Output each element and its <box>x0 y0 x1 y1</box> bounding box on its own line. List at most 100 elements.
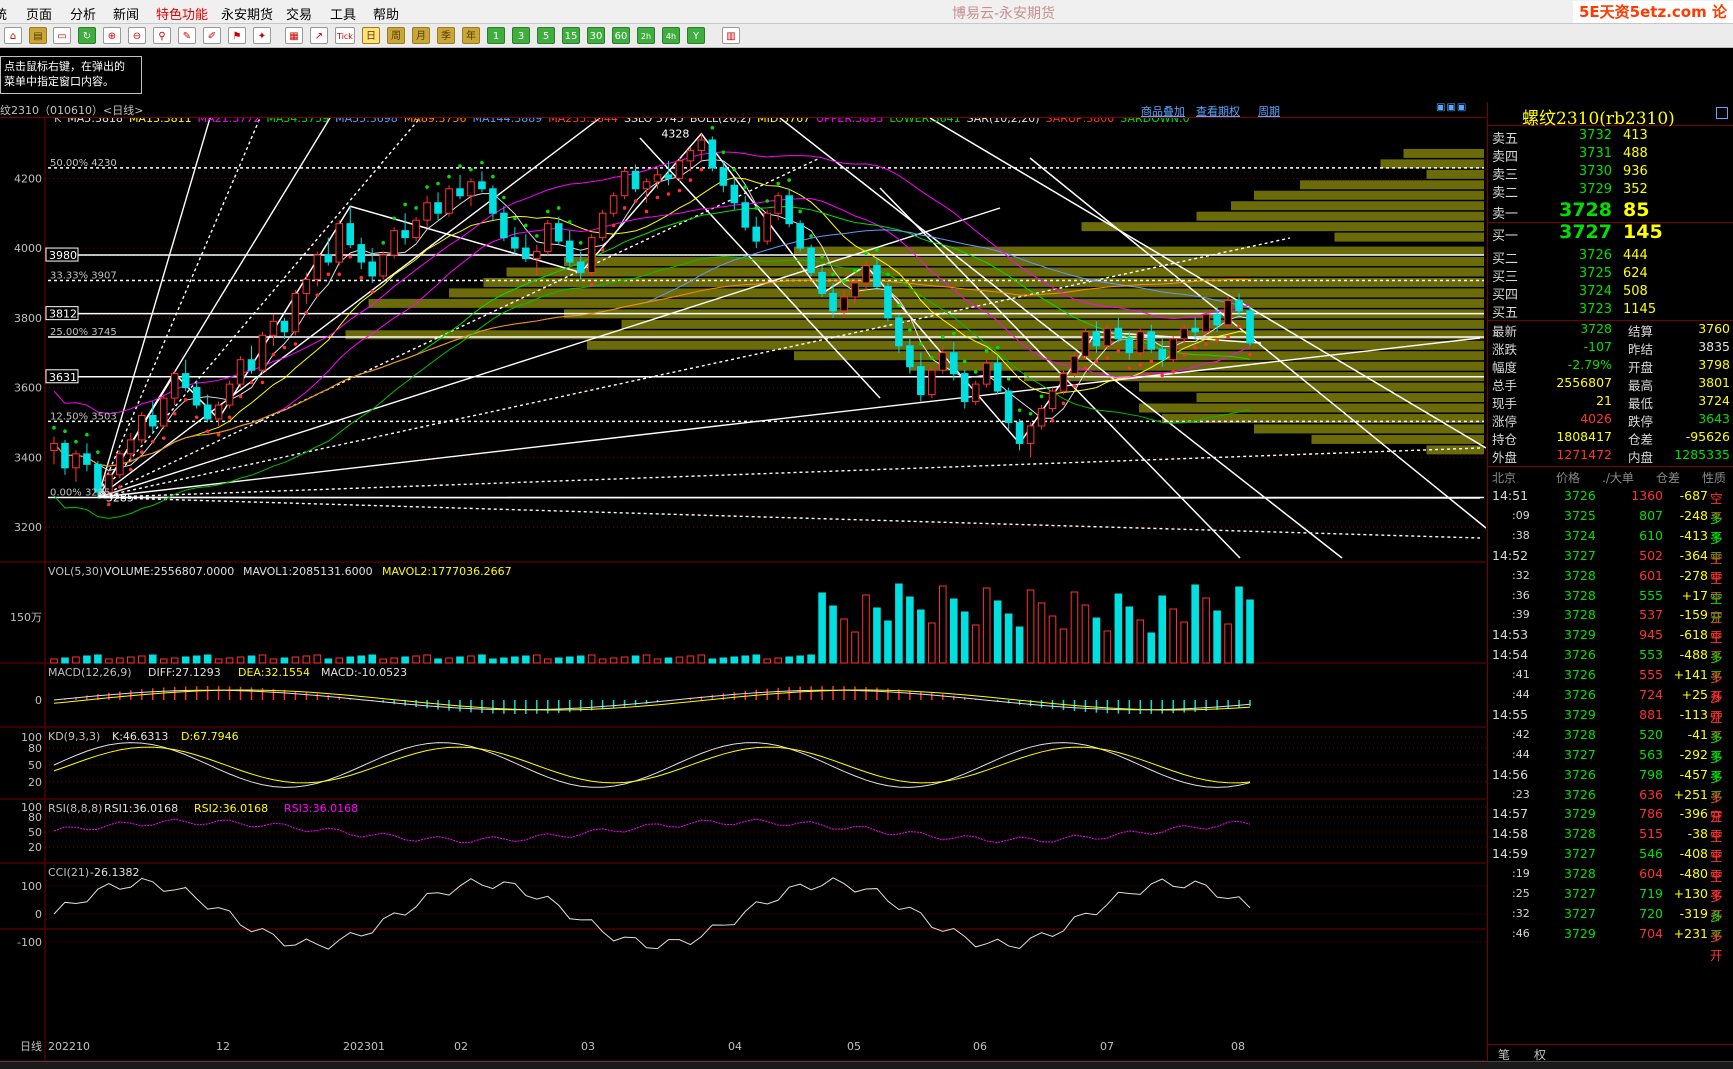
candle-body <box>148 415 157 427</box>
menu-item-trade[interactable]: 交易 <box>286 4 312 23</box>
volume-profile-bar <box>1231 201 1484 211</box>
volume-bar <box>236 656 245 664</box>
ask-volume: 85 <box>1623 199 1650 221</box>
home-icon[interactable]: ⌂ <box>4 27 22 44</box>
stat-value: 1808417 <box>1556 429 1612 444</box>
menu-item-features[interactable]: 特色功能 <box>156 4 208 23</box>
sar-dot <box>710 125 715 130</box>
candle-body <box>1026 425 1035 444</box>
zoom-out-icon[interactable]: ⊖ <box>128 27 146 44</box>
volume-bar <box>631 655 640 664</box>
period-year[interactable]: 年 <box>462 27 480 44</box>
price-axis-label: 3200 <box>14 521 42 534</box>
candle-body <box>390 230 398 256</box>
zoom-search-icon[interactable]: ⚲ <box>153 27 171 44</box>
quote-title-bar: 螺纹2310(rb2310) <box>1488 102 1733 129</box>
volume-bar <box>1147 632 1156 664</box>
tick-price: 3729 <box>1564 925 1596 941</box>
folder-icon[interactable]: ▭ <box>53 27 71 44</box>
menu-item-news[interactable]: 新闻 <box>113 4 139 23</box>
macd-value: DEA:32.1554 <box>238 666 310 679</box>
rsi-value: RSI3:36.0168 <box>284 802 358 815</box>
stat-value: -2.79% <box>1567 357 1612 372</box>
volume-bar <box>971 624 980 664</box>
tick-qty: 537 <box>1639 607 1663 623</box>
hint-line-2: 菜单中指定窗口内容。 <box>4 75 114 88</box>
period-3min[interactable]: 3 <box>512 27 530 44</box>
period-30min[interactable]: 30 <box>587 27 605 44</box>
candle-body <box>576 261 585 273</box>
indicator-value: SSLO 3745 <box>624 118 684 125</box>
cci-axis-label: 0 <box>35 908 42 921</box>
volume-bar <box>379 658 387 664</box>
candle-body <box>906 345 914 368</box>
tick-icon[interactable]: Tick <box>335 27 355 44</box>
stock-icon[interactable]: ▤ <box>29 27 47 44</box>
menu-item-analysis[interactable]: 分析 <box>70 4 96 23</box>
brush-icon[interactable]: ✐ <box>203 27 221 44</box>
period-y[interactable]: Y <box>687 27 705 44</box>
volume-bar <box>181 656 190 664</box>
tick-price: 3727 <box>1564 746 1596 762</box>
zoom-in-icon[interactable]: ⊕ <box>103 27 121 44</box>
candle-body <box>1136 331 1145 354</box>
price-axis-label: 3400 <box>14 451 42 464</box>
candle-body <box>1158 348 1167 361</box>
period-1min[interactable]: 1 <box>487 27 505 44</box>
sar-dot <box>831 272 835 277</box>
stat-label: 涨停 <box>1492 414 1518 429</box>
period-week[interactable]: 周 <box>387 27 405 44</box>
new-icon[interactable]: ✦ <box>253 27 271 44</box>
tick-row: 14:55 3729 881 -113 空平 <box>1488 705 1733 744</box>
menu-item-page[interactable]: 页面 <box>26 4 52 23</box>
kline-chart[interactable]: 4200 4000 3800 3600 3400 3200 K MA5:3818 MA13:38… <box>0 118 1486 1061</box>
volume-bar <box>1224 623 1232 664</box>
period-15min[interactable]: 15 <box>562 27 580 44</box>
overlay-link[interactable]: 商品叠加 <box>1141 103 1185 119</box>
menu-item-partial[interactable]: 统 <box>0 4 7 23</box>
tick-qty: 786 <box>1639 806 1663 822</box>
ticks-header: 北京 价格 ./大单 仓差 性质 <box>1488 468 1733 486</box>
refresh-icon[interactable]: ↻ <box>78 27 96 44</box>
pin-icon[interactable]: ⚑ <box>228 27 246 44</box>
options-link[interactable]: 查看期权 <box>1196 103 1240 119</box>
bid-row: 买二 3726 444 <box>1488 247 1733 267</box>
contract-code: 纹2310（010610）<日线> <box>0 104 144 117</box>
tick-price: 3727 <box>1564 846 1596 862</box>
window-buttons[interactable]: ▣▣▣ <box>1436 102 1467 113</box>
sar-dot <box>172 411 177 416</box>
chart-line-icon[interactable]: ↗ <box>310 27 328 44</box>
period-4h[interactable]: 4h <box>662 27 680 44</box>
volume-profile-bar <box>1334 232 1484 242</box>
menu-item-help[interactable]: 帮助 <box>373 4 399 23</box>
sar-dot <box>370 289 375 294</box>
candle-body <box>159 397 168 427</box>
sar-dot <box>348 255 353 259</box>
sar-dot <box>315 293 320 297</box>
sar-dot <box>622 206 627 210</box>
volume-profile-bar <box>1311 434 1484 444</box>
candle-body <box>587 237 596 273</box>
period-60min[interactable]: 60 <box>612 27 630 44</box>
tick-qty: 502 <box>1639 547 1663 563</box>
period-month[interactable]: 月 <box>412 27 430 44</box>
period-2h[interactable]: 2h <box>637 27 655 44</box>
period-link[interactable]: 周期 <box>1258 103 1280 119</box>
period-5min[interactable]: 5 <box>537 27 555 44</box>
tick-change: +231 <box>1673 925 1708 941</box>
calendar-icon[interactable]: ▥ <box>722 27 740 44</box>
menu-item-yongan[interactable]: 永安期货 <box>221 4 273 23</box>
sar-dot <box>1149 359 1154 364</box>
volume-bar <box>214 658 223 664</box>
period-quarter[interactable]: 季 <box>437 27 455 44</box>
volume-bar <box>1180 621 1188 664</box>
grid-icon[interactable]: ▦ <box>285 27 303 44</box>
period-day[interactable]: 日 <box>362 27 380 44</box>
rsi-value: RSI1:36.0168 <box>104 802 178 815</box>
candle-body <box>763 212 772 242</box>
pen-icon[interactable]: ✎ <box>178 27 196 44</box>
menu-item-tools[interactable]: 工具 <box>330 4 356 23</box>
indicator-value: BOLL(26,2) <box>690 118 751 125</box>
panel-toggle-button[interactable] <box>1716 107 1728 119</box>
ticks-header-label: ./大单 <box>1602 471 1634 485</box>
